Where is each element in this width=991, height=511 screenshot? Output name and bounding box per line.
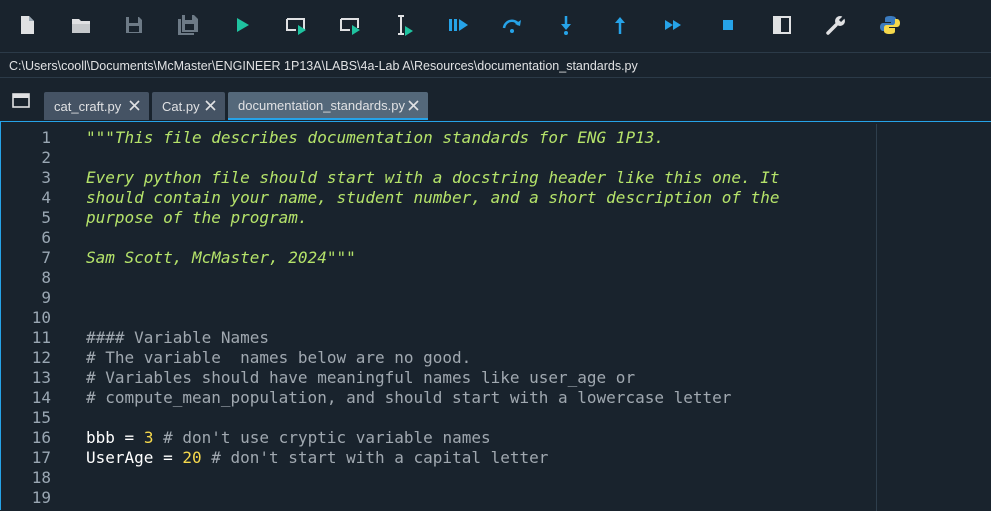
docstring-text: Every python file should start with a do… <box>86 168 780 187</box>
code-line: # compute_mean_population, and should st… <box>86 388 731 408</box>
operator: = <box>114 428 144 447</box>
code-editor[interactable]: 1 2 3 4 5 6 7 8 9 10 11 12 13 14 15 16 17 18 19 """This fi… <box>0 121 991 511</box>
run-button[interactable] <box>227 10 257 40</box>
tab-cat[interactable]: Cat.py <box>152 92 225 120</box>
browse-tabs-button[interactable] <box>10 91 32 109</box>
code-text-area[interactable]: """This file describes documentation sta… <box>1 122 991 510</box>
docstring-text: """This file describes documentation sta… <box>86 128 664 147</box>
python-path-icon <box>880 16 900 34</box>
step-into-icon <box>561 16 571 35</box>
maximize-pane-button[interactable] <box>767 10 797 40</box>
code-line: """This file describes documentation sta… <box>86 128 664 148</box>
file-path-bar: C:\Users\cooll\Documents\McMaster\ENGINE… <box>0 52 991 78</box>
tab-label: cat_craft.py <box>54 98 122 114</box>
comment-text: # don't use cryptic variable names <box>153 428 491 447</box>
step-over-button[interactable] <box>497 10 527 40</box>
code-line: #### Variable Names <box>86 328 269 348</box>
close-icon <box>205 100 216 111</box>
save-all-icon <box>178 15 198 35</box>
tab-cat-craft[interactable]: cat_craft.py <box>44 92 149 120</box>
operator: = <box>153 448 183 467</box>
tab-label: documentation_standards.py <box>238 97 405 113</box>
step-into-button[interactable] <box>551 10 581 40</box>
code-line: purpose of the program. <box>86 208 308 228</box>
comment-text: # The variable names below are no good. <box>86 348 472 367</box>
run-selection-button[interactable] <box>389 10 419 40</box>
docstring-text: should contain your name, student number… <box>86 188 780 207</box>
debug-icon <box>449 19 468 31</box>
step-out-button[interactable] <box>605 10 635 40</box>
variable-name: UserAge <box>86 448 154 467</box>
debug-button[interactable] <box>443 10 473 40</box>
variable-name: bbb <box>86 428 115 447</box>
code-line: Sam Scott, McMaster, 2024""" <box>86 248 356 268</box>
run-cell-button[interactable] <box>281 10 311 40</box>
number-literal: 20 <box>182 448 202 467</box>
step-out-icon <box>615 17 625 34</box>
stop-icon <box>723 20 733 30</box>
run-selection-icon <box>398 15 413 36</box>
run-cell-advance-button[interactable] <box>335 10 365 40</box>
close-tab-button[interactable] <box>204 99 217 112</box>
close-icon <box>408 100 419 111</box>
continue-icon <box>665 20 681 30</box>
code-line: # The variable names below are no good. <box>86 348 471 368</box>
close-tab-button[interactable] <box>128 99 141 112</box>
close-tab-button[interactable] <box>407 99 420 112</box>
step-over-icon <box>502 19 521 33</box>
code-line: bbb = 3 # don't use cryptic variable nam… <box>86 428 491 448</box>
maximize-pane-icon <box>773 16 791 34</box>
code-line: # Variables should have meaningful names… <box>86 368 635 388</box>
number-literal: 3 <box>143 428 154 447</box>
window-icon <box>12 92 30 108</box>
new-file-icon <box>21 16 34 34</box>
code-line: UserAge = 20 # don't start with a capita… <box>86 448 548 468</box>
code-line: Every python file should start with a do… <box>86 168 780 188</box>
open-file-button[interactable] <box>66 10 96 40</box>
run-icon <box>237 18 249 32</box>
save-button[interactable] <box>119 10 149 40</box>
code-line: should contain your name, student number… <box>86 188 780 208</box>
tab-label: Cat.py <box>162 98 200 114</box>
close-icon <box>129 100 140 111</box>
comment-text: #### Variable Names <box>86 328 270 347</box>
save-icon <box>126 17 142 33</box>
new-file-button[interactable] <box>12 10 42 40</box>
toolbar <box>0 0 991 52</box>
stop-button[interactable] <box>713 10 743 40</box>
save-all-button[interactable] <box>173 10 203 40</box>
preferences-button[interactable] <box>821 10 851 40</box>
continue-button[interactable] <box>659 10 689 40</box>
run-cell-icon <box>286 18 306 35</box>
docstring-text: Sam Scott, McMaster, 2024""" <box>86 248 356 267</box>
preferences-wrench-icon <box>826 14 847 35</box>
comment-text: # Variables should have meaningful names… <box>86 368 636 387</box>
tab-documentation-standards[interactable]: documentation_standards.py <box>228 92 428 120</box>
run-cell-advance-icon <box>340 18 360 35</box>
docstring-text: purpose of the program. <box>86 208 308 227</box>
python-path-button[interactable] <box>875 10 905 40</box>
open-file-icon <box>72 19 90 33</box>
comment-text: # don't start with a capital letter <box>201 448 549 467</box>
editor-tab-bar: cat_craft.py Cat.py documentation_standa… <box>0 78 991 121</box>
comment-text: # compute_mean_population, and should st… <box>86 388 732 407</box>
